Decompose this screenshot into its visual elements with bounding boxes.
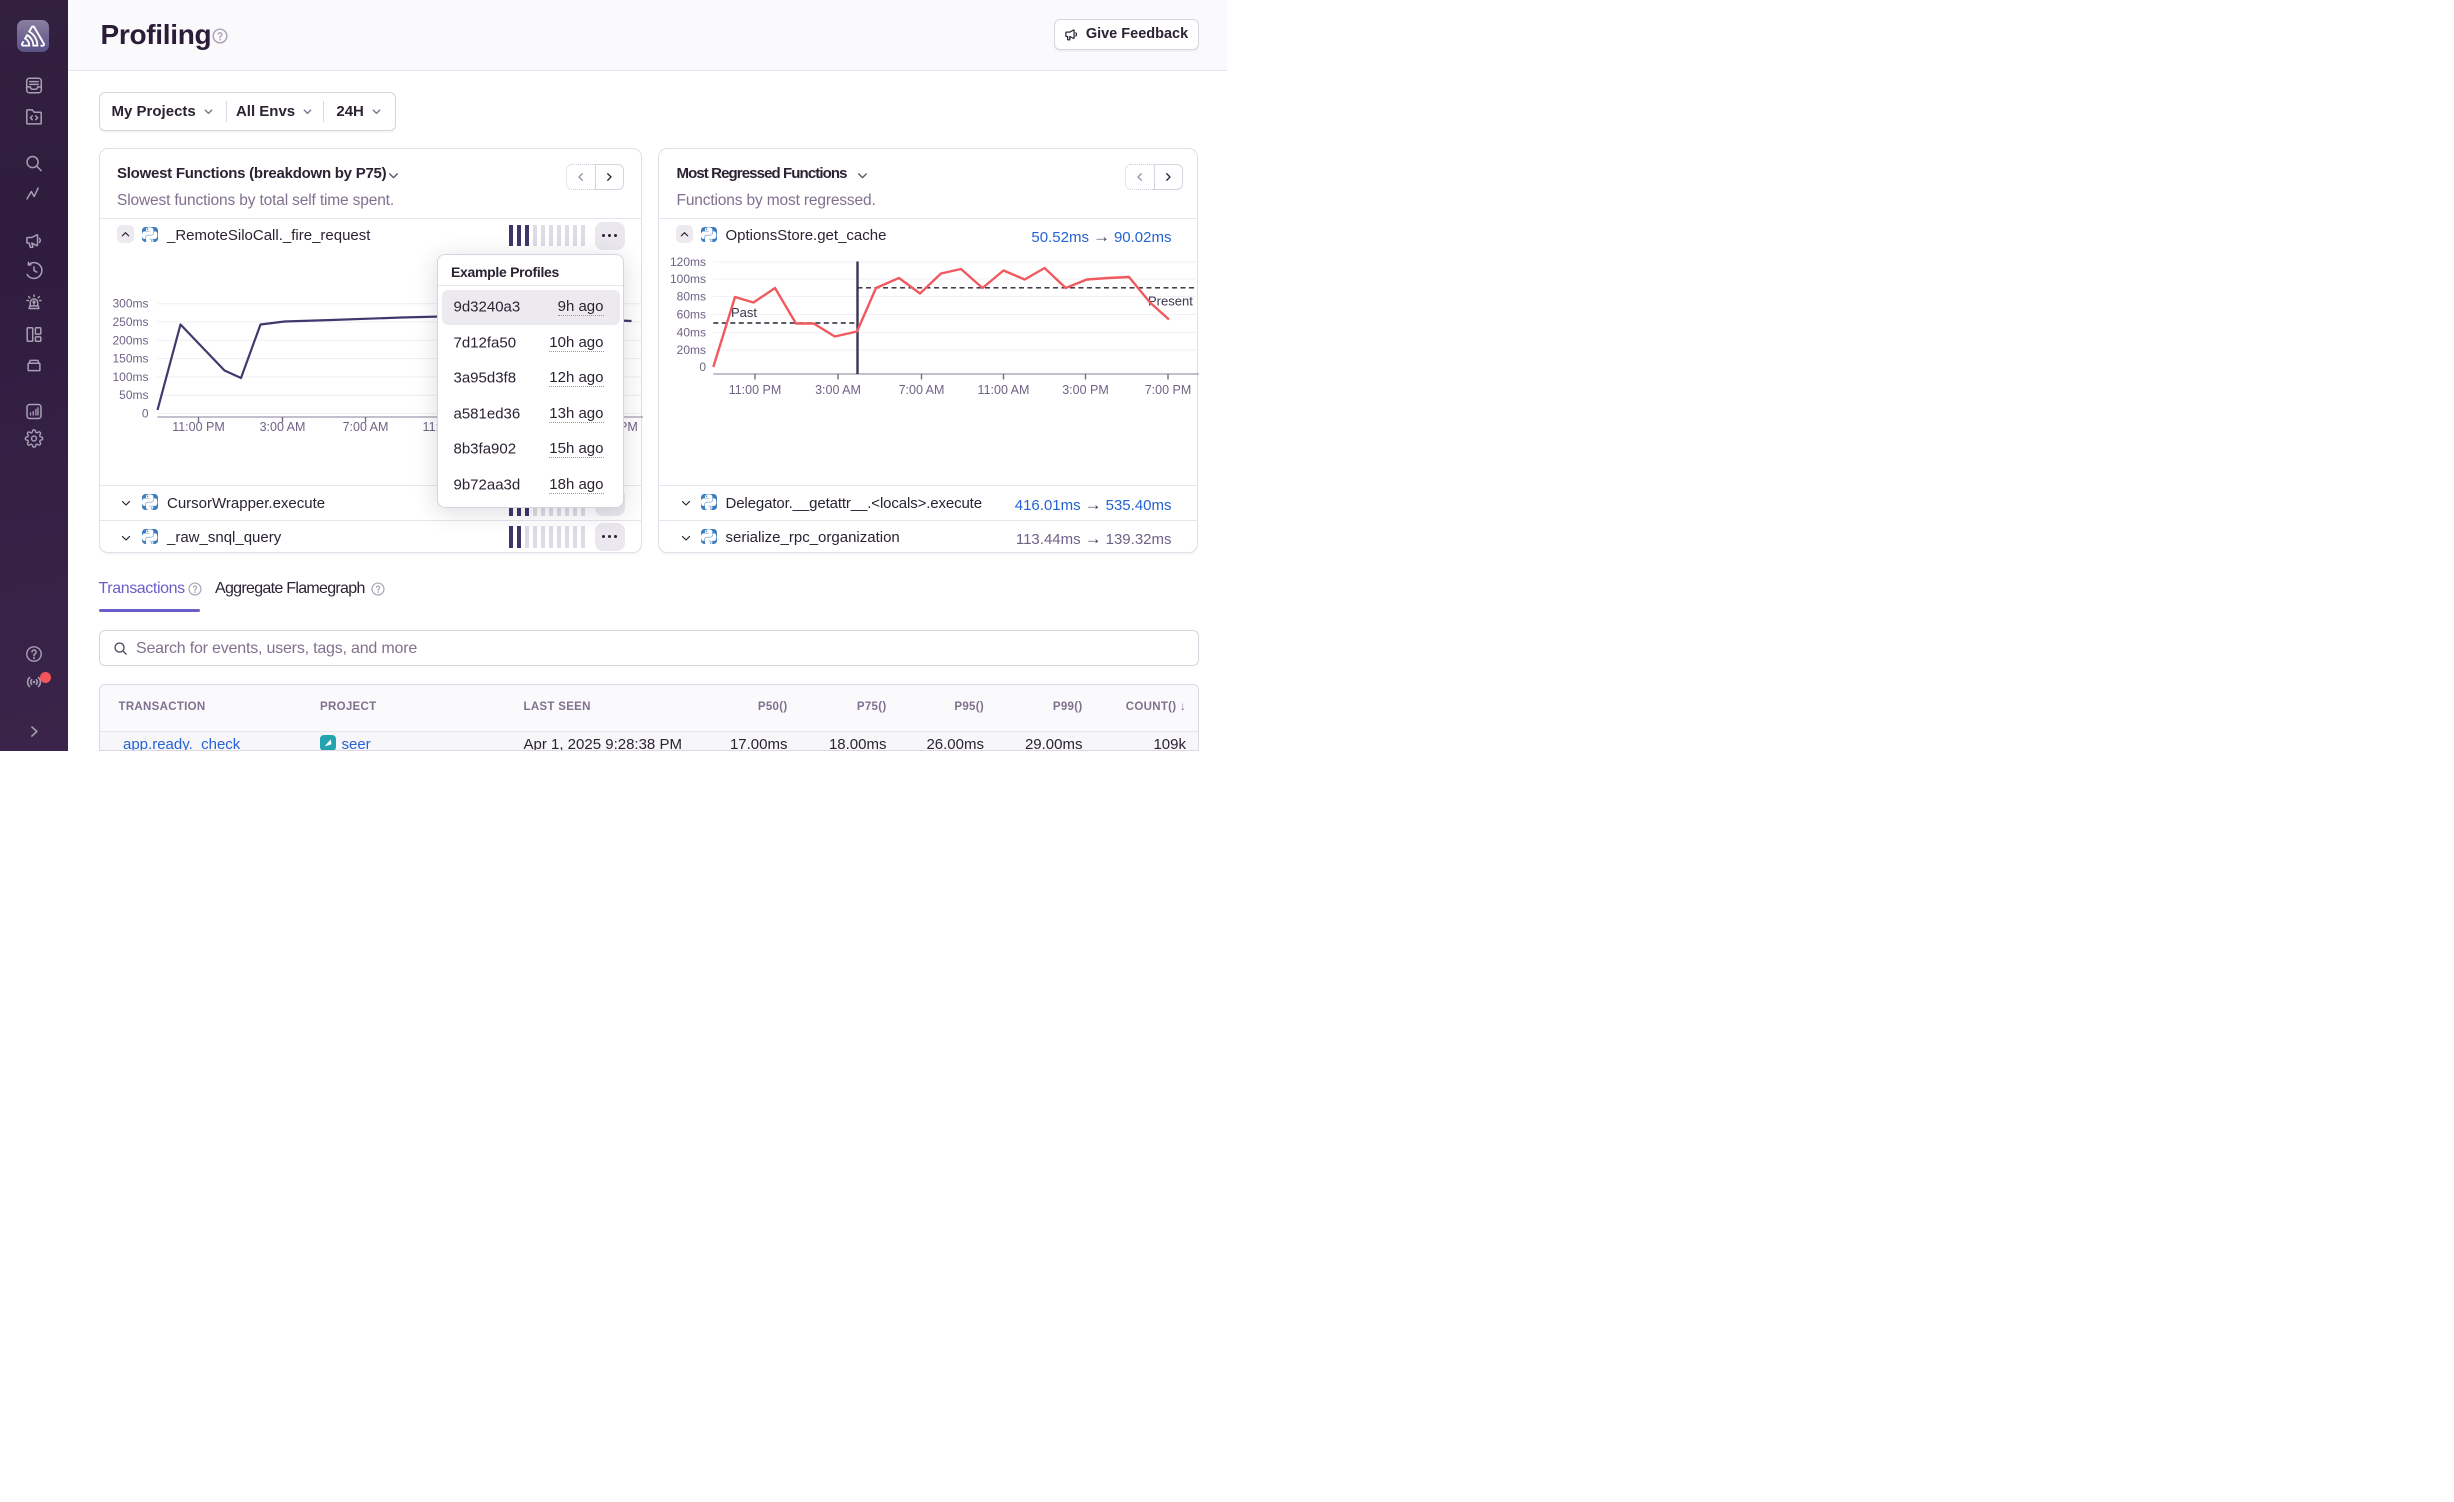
svg-text:11:00 AM: 11:00 AM xyxy=(978,383,1030,397)
svg-text:3:00 PM: 3:00 PM xyxy=(1062,383,1109,397)
svg-text:60ms: 60ms xyxy=(677,308,706,322)
svg-text:3:00 AM: 3:00 AM xyxy=(259,420,305,434)
svg-text:120ms: 120ms xyxy=(670,255,706,269)
svg-text:0: 0 xyxy=(699,360,706,374)
svg-text:11:00 PM: 11:00 PM xyxy=(729,383,782,397)
svg-text:50ms: 50ms xyxy=(119,388,148,402)
svg-text:150ms: 150ms xyxy=(112,352,148,366)
svg-text:3:00 AM: 3:00 AM xyxy=(815,383,861,397)
svg-text:Past: Past xyxy=(731,305,757,320)
svg-text:7:00 PM: 7:00 PM xyxy=(1145,383,1192,397)
svg-text:250ms: 250ms xyxy=(112,315,148,329)
svg-text:100ms: 100ms xyxy=(670,272,706,286)
svg-text:100ms: 100ms xyxy=(112,370,148,384)
svg-text:80ms: 80ms xyxy=(677,290,706,304)
svg-text:20ms: 20ms xyxy=(677,343,706,357)
svg-text:7:00 AM: 7:00 AM xyxy=(899,383,945,397)
svg-text:200ms: 200ms xyxy=(112,333,148,347)
svg-text:7:00 AM: 7:00 AM xyxy=(342,420,388,434)
svg-text:40ms: 40ms xyxy=(677,326,706,340)
svg-text:11:00 PM: 11:00 PM xyxy=(172,420,225,434)
svg-text:0: 0 xyxy=(141,407,148,421)
svg-text:300ms: 300ms xyxy=(112,297,148,311)
